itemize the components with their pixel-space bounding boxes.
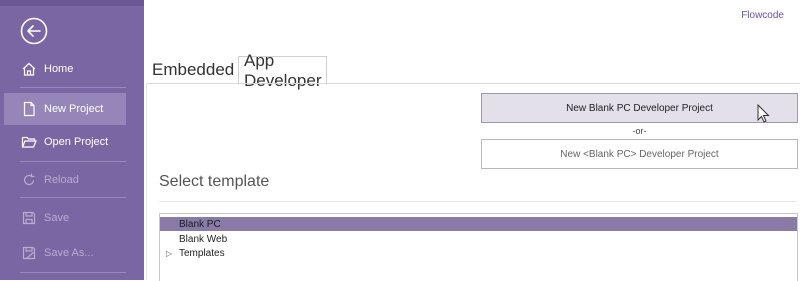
tree-item-blank-pc[interactable]: Blank PC bbox=[160, 217, 797, 231]
or-separator: -or- bbox=[632, 126, 647, 136]
tree-item-blank-web[interactable]: Blank Web bbox=[160, 232, 797, 246]
mouse-cursor-icon bbox=[757, 103, 771, 124]
tab-panel-border bbox=[146, 83, 800, 84]
tree-item-label: Templates bbox=[179, 247, 225, 259]
sidebar-item-label: Open Project bbox=[44, 136, 109, 148]
sidebar-item-home[interactable]: Home bbox=[0, 53, 144, 85]
sidebar-item-label: Home bbox=[44, 63, 74, 75]
new-blank-pc-project-button[interactable]: New Blank PC Developer Project bbox=[481, 93, 798, 123]
sidebar-item-label: Save bbox=[44, 212, 70, 224]
reload-icon bbox=[20, 171, 38, 189]
sidebar-item-reload[interactable]: Reload bbox=[0, 164, 144, 196]
sidebar-item-save-as[interactable]: Save As... bbox=[0, 237, 144, 269]
save-icon bbox=[20, 209, 38, 227]
back-arrow-icon[interactable] bbox=[20, 17, 48, 45]
sidebar-divider bbox=[20, 161, 126, 162]
sidebar-item-label: Reload bbox=[44, 174, 79, 186]
sidebar-divider bbox=[20, 272, 126, 273]
tree-item-label: Blank Web bbox=[179, 233, 228, 245]
sidebar-item-label: Save As... bbox=[44, 247, 94, 259]
sidebar: Home New Project Open Project Reload Sav… bbox=[0, 0, 144, 280]
new-document-icon bbox=[20, 100, 38, 118]
open-folder-icon bbox=[20, 133, 38, 151]
sidebar-item-save[interactable]: Save bbox=[0, 202, 144, 234]
tab-embedded[interactable]: Embedded bbox=[152, 56, 234, 83]
sidebar-item-label: New Project bbox=[44, 103, 104, 115]
sidebar-item-open-project[interactable]: Open Project bbox=[0, 126, 144, 158]
sidebar-divider bbox=[20, 197, 126, 198]
select-template-heading: Select template bbox=[159, 173, 270, 190]
new-template-project-button[interactable]: New <Blank PC> Developer Project bbox=[481, 139, 798, 169]
sidebar-top-strip bbox=[0, 0, 144, 6]
expand-arrow-icon[interactable]: ▷ bbox=[166, 249, 172, 258]
home-icon bbox=[20, 60, 38, 78]
template-tree[interactable]: Blank PC Blank Web ▷ Templates bbox=[159, 213, 798, 281]
sidebar-item-new-project[interactable]: New Project bbox=[4, 93, 126, 125]
tab-panel-left-border bbox=[146, 83, 147, 280]
tree-item-label: Blank PC bbox=[179, 218, 221, 230]
tab-app-developer[interactable]: App Developer bbox=[238, 51, 328, 90]
sidebar-divider bbox=[20, 87, 126, 88]
section-divider bbox=[159, 201, 797, 202]
app-name: Flowcode bbox=[741, 10, 784, 21]
tree-item-templates[interactable]: ▷ Templates bbox=[160, 246, 797, 260]
save-as-icon bbox=[20, 244, 38, 262]
